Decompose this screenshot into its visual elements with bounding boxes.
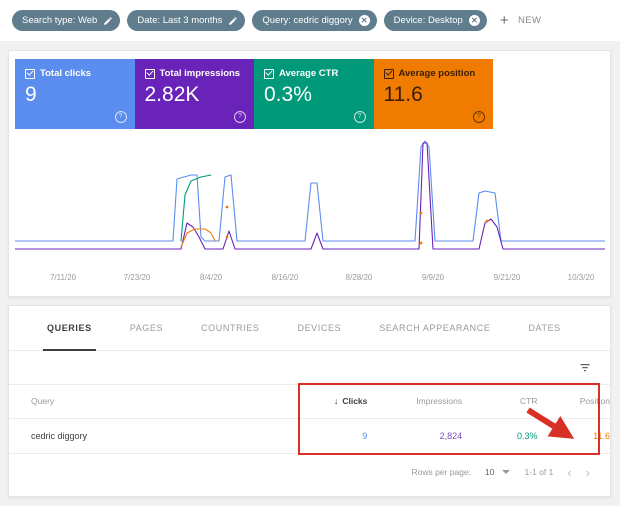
help-icon[interactable]: ? (473, 111, 485, 123)
next-page-button[interactable]: › (586, 465, 590, 480)
new-filter-label: NEW (518, 15, 541, 26)
plus-icon: + (500, 13, 509, 28)
tab-countries[interactable]: COUNTRIES (201, 306, 259, 351)
chart-marker (226, 206, 229, 209)
cell-clicks: 9 (290, 431, 367, 441)
tab-pages[interactable]: PAGES (130, 306, 163, 351)
metric-card-average-position[interactable]: Average position 11.6 ? (374, 59, 494, 129)
close-icon[interactable]: ✕ (469, 15, 480, 26)
tab-queries[interactable]: QUERIES (47, 306, 92, 351)
column-header-clicks-label: Clicks (342, 396, 367, 406)
filter-chip-query[interactable]: Query: cedric diggory ✕ (252, 10, 376, 31)
chip-label: Device: Desktop (394, 16, 463, 26)
checkbox-icon[interactable] (264, 69, 274, 79)
filter-chip-device[interactable]: Device: Desktop ✕ (384, 10, 487, 31)
table-header-row: Query ↓Clicks Impressions CTR Position (9, 384, 610, 419)
metric-label: Average position (399, 68, 476, 79)
cell-query[interactable]: cedric diggory (9, 431, 290, 441)
checkbox-icon[interactable] (145, 69, 155, 79)
sort-arrow-icon: ↓ (334, 396, 339, 406)
column-header-query[interactable]: Query (9, 396, 290, 406)
metric-card-header: Average position (384, 68, 484, 79)
metric-value: 0.3% (264, 84, 364, 105)
close-icon[interactable]: ✕ (359, 15, 370, 26)
tab-devices[interactable]: DEVICES (297, 306, 341, 351)
chart-marker (226, 236, 229, 239)
rows-per-page-value: 10 (485, 467, 494, 477)
cell-impressions: 2,824 (367, 431, 462, 441)
metric-card-average-ctr[interactable]: Average CTR 0.3% ? (254, 59, 374, 129)
filter-chip-date[interactable]: Date: Last 3 months (127, 10, 245, 31)
filter-bar: Search type: Web Date: Last 3 months Que… (0, 0, 620, 41)
results-table-panel: QUERIES PAGES COUNTRIES DEVICES SEARCH APPEA… (8, 305, 611, 497)
help-icon[interactable]: ? (115, 111, 127, 123)
chip-label: Query: cedric diggory (262, 16, 352, 26)
previous-page-button[interactable]: ‹ (567, 465, 571, 480)
metric-card-header: Total impressions (145, 68, 245, 79)
performance-chart-panel: Total clicks 9 ? Total impressions 2.82K… (8, 50, 611, 297)
x-axis-tick-label: 8/28/20 (346, 273, 373, 282)
x-axis-tick-label: 7/11/20 (50, 273, 76, 282)
cell-position: 11.6 (538, 431, 611, 441)
rows-per-page-select[interactable]: 10 (485, 467, 510, 477)
chart-series-total-impressions (15, 141, 605, 241)
performance-line-chart[interactable]: 7/11/20 7/23/20 8/4/20 8/16/20 8/28/20 9/9/20… (15, 137, 605, 292)
metric-label: Average CTR (279, 68, 338, 79)
checkbox-icon[interactable] (25, 69, 35, 79)
table-filter-row (9, 351, 610, 385)
checkbox-icon[interactable] (384, 69, 394, 79)
x-axis-tick-label: 7/23/20 (124, 273, 151, 282)
metric-value: 9 (25, 84, 125, 105)
x-axis-tick-label: 9/9/20 (422, 273, 444, 282)
pencil-icon[interactable] (103, 16, 113, 26)
column-header-position[interactable]: Position (538, 396, 611, 406)
metric-cards: Total clicks 9 ? Total impressions 2.82K… (15, 59, 493, 129)
chip-label: Date: Last 3 months (137, 16, 222, 26)
pencil-icon[interactable] (228, 16, 238, 26)
tab-dates[interactable]: DATES (528, 306, 560, 351)
filter-chip-search-type[interactable]: Search type: Web (12, 10, 120, 31)
metric-value: 2.82K (145, 84, 245, 105)
tab-search-appearance[interactable]: SEARCH APPEARANCE (379, 306, 490, 351)
help-icon[interactable]: ? (234, 111, 246, 123)
column-header-impressions[interactable]: Impressions (367, 396, 462, 406)
chart-marker (420, 242, 423, 245)
column-header-clicks[interactable]: ↓Clicks (290, 396, 367, 406)
x-axis-tick-label: 9/21/20 (494, 273, 521, 282)
column-header-ctr[interactable]: CTR (462, 396, 537, 406)
metric-card-total-impressions[interactable]: Total impressions 2.82K ? (135, 59, 255, 129)
metric-card-header: Average CTR (264, 68, 364, 79)
metric-card-header: Total clicks (25, 68, 125, 79)
filter-icon[interactable] (578, 361, 592, 373)
metric-label: Total impressions (160, 68, 241, 79)
chevron-down-icon (502, 470, 510, 474)
chart-marker (420, 212, 423, 215)
chart-series-average-position (181, 229, 215, 247)
cell-ctr: 0.3% (462, 431, 537, 441)
new-filter-button[interactable]: + NEW (500, 13, 542, 28)
pagination-range: 1-1 of 1 (524, 467, 553, 477)
pagination: Rows per page: 10 1-1 of 1 ‹ › (9, 454, 610, 490)
chart-marker (486, 220, 489, 223)
results-table: Query ↓Clicks Impressions CTR Position c… (9, 384, 610, 454)
help-icon[interactable]: ? (354, 111, 366, 123)
x-axis-tick-label: 10/3/20 (568, 273, 595, 282)
chart-svg (15, 137, 605, 267)
x-axis-tick-label: 8/4/20 (200, 273, 222, 282)
table-tabs: QUERIES PAGES COUNTRIES DEVICES SEARCH APPEA… (9, 306, 610, 351)
metric-label: Total clicks (40, 68, 91, 79)
x-axis-tick-label: 8/16/20 (272, 273, 299, 282)
chip-label: Search type: Web (22, 16, 97, 26)
metric-card-total-clicks[interactable]: Total clicks 9 ? (15, 59, 135, 129)
rows-per-page-label: Rows per page: (411, 467, 471, 477)
metric-value: 11.6 (384, 84, 484, 105)
table-row[interactable]: cedric diggory 9 2,824 0.3% 11.6 (9, 419, 610, 454)
